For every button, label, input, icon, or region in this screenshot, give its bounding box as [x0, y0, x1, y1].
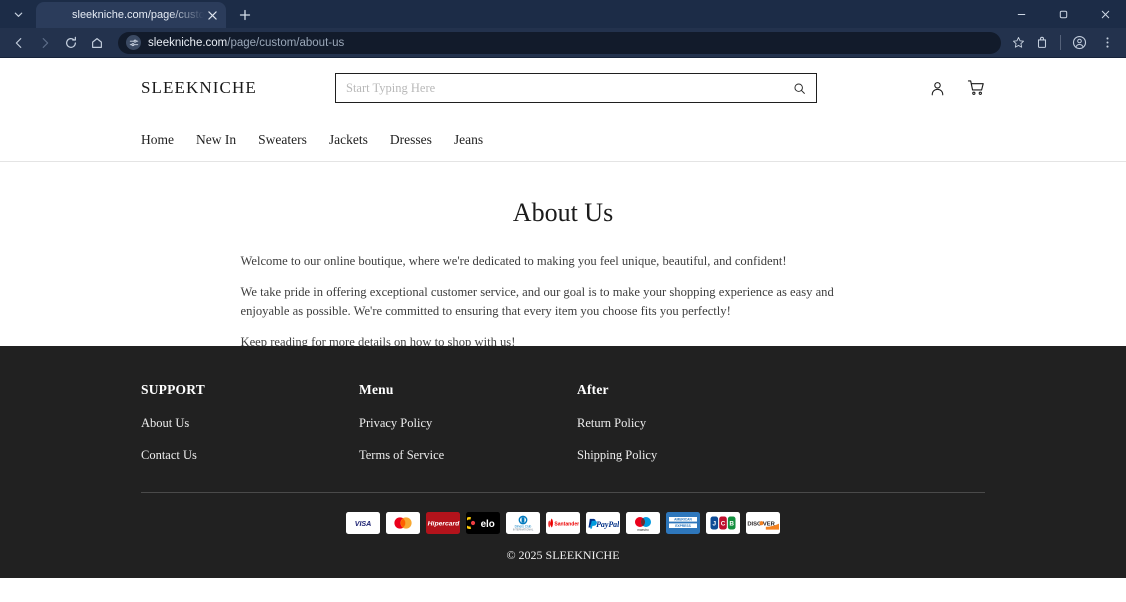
- footer-link-terms-of-service[interactable]: Terms of Service: [359, 448, 577, 463]
- nav-item-new-in[interactable]: New In: [196, 132, 236, 148]
- svg-text:AMERICAN: AMERICAN: [674, 518, 692, 522]
- search-area: [335, 73, 817, 103]
- jcb-icon: J C B: [706, 512, 740, 534]
- nav-item-sweaters[interactable]: Sweaters: [258, 132, 307, 148]
- browser-toolbar: sleekniche.com/page/custom/about-us: [0, 28, 1126, 58]
- minimize-icon[interactable]: [1000, 0, 1042, 28]
- nav-item-home[interactable]: Home: [141, 132, 174, 148]
- svg-text:INTERNATIONAL: INTERNATIONAL: [513, 528, 534, 532]
- nav-item-jackets[interactable]: Jackets: [329, 132, 368, 148]
- svg-text:VISA: VISA: [355, 520, 372, 528]
- nav-item-dresses[interactable]: Dresses: [390, 132, 432, 148]
- footer-link-contact-us[interactable]: Contact Us: [141, 448, 359, 463]
- svg-text:PayPal: PayPal: [596, 519, 619, 528]
- svg-text:B: B: [729, 521, 734, 528]
- nav-item-jeans[interactable]: Jeans: [454, 132, 483, 148]
- back-icon[interactable]: [6, 30, 32, 56]
- home-icon[interactable]: [84, 30, 110, 56]
- chrome-menu-icon[interactable]: [1094, 30, 1120, 56]
- svg-text:EXPRESS: EXPRESS: [675, 524, 691, 528]
- diners-club-icon: Diners Club INTERNATIONAL: [506, 512, 540, 534]
- page-viewport: SLEEKNICHE Home New In: [0, 58, 1126, 601]
- tab-title: sleekniche.com/page/custom/a: [72, 9, 204, 21]
- about-paragraph-2: We take pride in offering exceptional cu…: [240, 285, 834, 319]
- about-paragraph-1: Welcome to our online boutique, where we…: [240, 254, 787, 268]
- url-path: /page/custom/about-us: [227, 36, 345, 49]
- american-express-icon: AMERICAN EXPRESS: [666, 512, 700, 534]
- footer-link-shipping-policy[interactable]: Shipping Policy: [577, 448, 657, 463]
- mastercard-icon: [386, 512, 420, 534]
- site-header: SLEEKNICHE: [0, 58, 1126, 118]
- extensions-icon[interactable]: [1029, 30, 1055, 56]
- search-input[interactable]: [346, 80, 793, 96]
- footer-divider: [141, 492, 985, 493]
- footer-heading-support: SUPPORT: [141, 382, 205, 397]
- maximize-icon[interactable]: [1042, 0, 1084, 28]
- footer-heading-after: After: [577, 382, 609, 397]
- header-actions: [929, 79, 985, 97]
- main-content: About Us Welcome to our online boutique,…: [0, 162, 1126, 349]
- search-box[interactable]: [335, 73, 817, 103]
- svg-text:Santander: Santander: [554, 521, 579, 527]
- close-icon[interactable]: [204, 7, 220, 23]
- new-tab-button[interactable]: [232, 3, 258, 27]
- about-body: Welcome to our online boutique, where we…: [241, 252, 886, 353]
- footer-column-after: After Return Policy Shipping Policy: [577, 382, 657, 480]
- footer-column-menu: Menu Privacy Policy Terms of Service: [359, 382, 577, 480]
- site-settings-icon[interactable]: [126, 35, 141, 50]
- visa-icon: VISA: [346, 512, 380, 534]
- svg-text:C: C: [721, 521, 726, 528]
- elo-icon: elo: [466, 512, 500, 534]
- discover-icon: DISC VER: [746, 512, 780, 534]
- toolbar-divider: [1060, 35, 1061, 50]
- browser-tab[interactable]: sleekniche.com/page/custom/a: [36, 2, 226, 28]
- footer-link-privacy-policy[interactable]: Privacy Policy: [359, 416, 577, 431]
- url-domain: sleekniche.com: [148, 36, 228, 49]
- site-logo[interactable]: SLEEKNICHE: [141, 78, 257, 98]
- footer-link-return-policy[interactable]: Return Policy: [577, 416, 657, 431]
- address-bar[interactable]: sleekniche.com/page/custom/about-us: [118, 31, 1001, 54]
- close-window-icon[interactable]: [1084, 0, 1126, 28]
- maestro-icon: maestro: [626, 512, 660, 534]
- footer-columns: SUPPORT About Us Contact Us Menu Privacy…: [141, 346, 985, 480]
- svg-text:J: J: [713, 521, 717, 528]
- browser-window: sleekniche.com/page/custom/a: [0, 0, 1126, 602]
- reload-icon[interactable]: [58, 30, 84, 56]
- svg-text:elo: elo: [481, 519, 495, 530]
- payment-methods: VISA Hipercard elo Diners Club INTERNATI…: [141, 512, 985, 534]
- svg-text:maestro: maestro: [637, 528, 649, 532]
- page-title: About Us: [512, 198, 614, 227]
- search-icon[interactable]: [793, 82, 806, 95]
- footer-heading-menu: Menu: [359, 382, 394, 397]
- site-footer: SUPPORT About Us Contact Us Menu Privacy…: [0, 346, 1126, 578]
- copyright-text: © 2025 SLEEKNICHE: [506, 548, 620, 562]
- santander-icon: Santander: [546, 512, 580, 534]
- window-controls: [1000, 0, 1126, 28]
- tab-search-chevron-icon[interactable]: [4, 2, 32, 26]
- toolbar-right-group: [1029, 30, 1120, 56]
- paypal-icon: PayPal: [586, 512, 620, 534]
- site-nav: Home New In Sweaters Jackets Dresses Jea…: [0, 118, 1126, 162]
- account-icon[interactable]: [929, 80, 946, 97]
- profile-avatar-icon[interactable]: [1066, 30, 1092, 56]
- footer-link-about-us[interactable]: About Us: [141, 416, 359, 431]
- tab-strip: sleekniche.com/page/custom/a: [0, 0, 1126, 28]
- url-text: sleekniche.com/page/custom/about-us: [148, 37, 344, 49]
- hipercard-icon: Hipercard: [426, 512, 460, 534]
- cart-icon[interactable]: [967, 79, 985, 97]
- bookmark-star-icon[interactable]: [1007, 32, 1029, 54]
- forward-icon[interactable]: [32, 30, 58, 56]
- footer-column-support: SUPPORT About Us Contact Us: [141, 382, 359, 480]
- svg-text:Hipercard: Hipercard: [427, 521, 459, 528]
